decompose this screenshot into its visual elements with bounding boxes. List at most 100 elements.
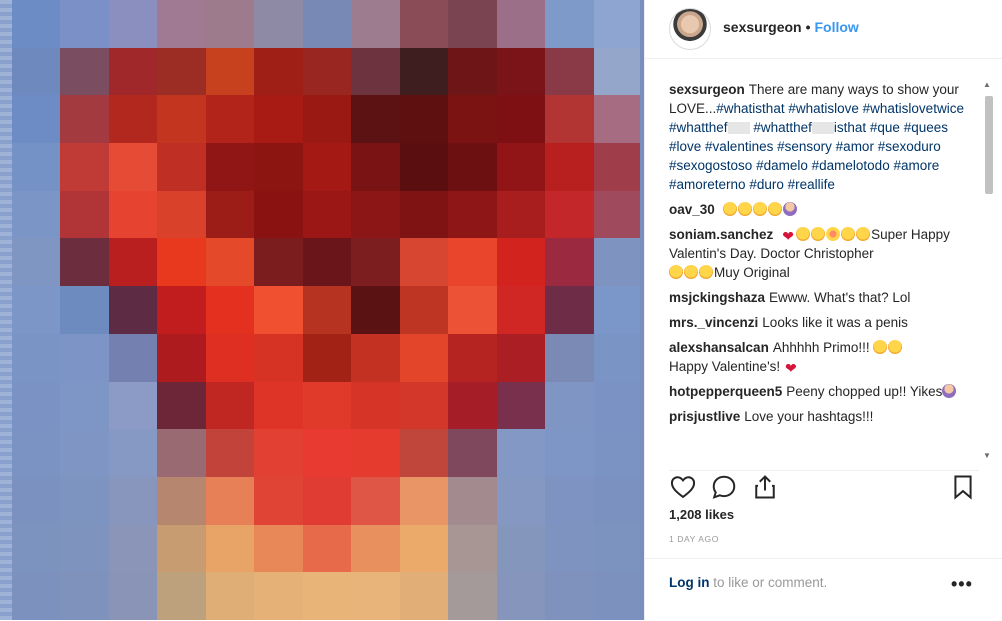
left-border	[0, 0, 12, 620]
image-pixel	[302, 476, 352, 525]
image-pixel	[545, 0, 594, 48]
comment-alexshansalcan: alexshansalcan Ahhhhh Primo!!! Happy Vale…	[669, 338, 979, 376]
image-pixel	[205, 524, 255, 573]
hashtag-link[interactable]: #amoreterno	[669, 177, 746, 192]
share-icon[interactable]	[751, 473, 779, 501]
comment-username[interactable]: msjckingshaza	[669, 290, 765, 305]
image-pixel	[60, 238, 109, 287]
comments-scrollbar[interactable]: ▲ ▼	[983, 80, 993, 460]
header-text: sexsurgeon • Follow	[723, 19, 859, 35]
image-pixel	[254, 524, 303, 573]
grin-emoji-icon	[888, 340, 903, 354]
image-pixel	[254, 238, 303, 287]
grin-emoji-icon	[856, 227, 871, 241]
comment-text-2: Happy Valentine's!	[669, 359, 781, 374]
image-pixel	[60, 333, 109, 382]
hashtag-link[interactable]: #sexoduro	[878, 139, 941, 154]
hashtag-link[interactable]: #sexogostoso	[669, 158, 752, 173]
image-pixel	[448, 0, 497, 48]
hashtag-link[interactable]: #amore	[893, 158, 939, 173]
image-pixel	[157, 429, 206, 477]
hashtag-link[interactable]: #whatisthat	[716, 101, 784, 116]
grin-emoji-icon	[669, 265, 683, 279]
image-pixel	[60, 429, 109, 477]
image-pixel	[399, 286, 449, 334]
hashtag-link[interactable]: #duro	[749, 177, 784, 192]
image-pixel	[60, 572, 109, 620]
scroll-down-icon[interactable]: ▼	[983, 451, 991, 460]
comment-text: Looks like it was a penis	[762, 315, 908, 330]
image-pixel	[351, 572, 400, 620]
comment-username[interactable]: hotpepperqueen5	[669, 384, 782, 399]
comment-username[interactable]: oav_30	[669, 202, 715, 217]
image-pixel	[205, 95, 255, 144]
comment-text: Ahhhhh Primo!!!	[772, 340, 870, 355]
image-pixel	[545, 333, 594, 382]
image-pixel	[157, 333, 206, 382]
image-pixel	[157, 524, 206, 573]
comment-username[interactable]: alexshansalcan	[669, 340, 769, 355]
more-icon[interactable]: •••	[951, 574, 973, 595]
image-pixel	[108, 190, 158, 239]
image-pixel	[593, 333, 642, 382]
hashtag-link[interactable]: #amor	[836, 139, 874, 154]
likes-count[interactable]: 1,208 likes	[669, 507, 734, 522]
follow-button[interactable]: Follow	[815, 19, 859, 35]
image-pixel	[545, 429, 594, 477]
hashtag-link[interactable]: #damelotodo	[812, 158, 890, 173]
avatar[interactable]	[669, 8, 711, 50]
post-image-pixelated[interactable]	[12, 0, 642, 620]
image-pixel	[157, 47, 206, 96]
hashtag-link[interactable]: #sensory	[777, 139, 832, 154]
image-pixel	[496, 381, 546, 430]
image-pixel	[302, 0, 352, 48]
image-pixel	[496, 47, 546, 96]
hashtag-link[interactable]: isthat	[834, 120, 866, 135]
image-pixel	[60, 286, 109, 334]
image-pixel	[205, 0, 255, 48]
image-pixel	[302, 238, 352, 287]
comment-username[interactable]: mrs._vincenzi	[669, 315, 758, 330]
hashtag-link[interactable]: #whatislove	[788, 101, 859, 116]
image-pixel	[254, 572, 303, 620]
image-pixel	[496, 95, 546, 144]
caption-username[interactable]: sexsurgeon	[669, 82, 745, 97]
scroll-up-icon[interactable]: ▲	[983, 80, 991, 89]
image-pixel	[399, 333, 449, 382]
hashtag-link[interactable]: #valentines	[705, 139, 773, 154]
hashtag-link[interactable]: #whatthef	[669, 120, 728, 135]
heart-emoji-icon: ❤	[782, 228, 794, 244]
image-pixel	[351, 238, 400, 287]
post-sidebar: sexsurgeon • Follow sexsurgeon There are …	[644, 0, 1002, 620]
hashtag-link[interactable]: #quees	[904, 120, 948, 135]
login-link[interactable]: Log in	[669, 575, 710, 590]
comment-icon[interactable]	[710, 473, 738, 501]
hashtag-link[interactable]: #whatthef	[753, 120, 812, 135]
image-pixel	[448, 143, 497, 191]
hashtag-link[interactable]: #love	[669, 139, 701, 154]
image-pixel	[496, 143, 546, 191]
image-pixel	[157, 572, 206, 620]
image-pixel	[157, 286, 206, 334]
comment-username[interactable]: soniam.sanchez	[669, 227, 773, 242]
header-username[interactable]: sexsurgeon	[723, 19, 802, 35]
hashtag-link[interactable]: #reallife	[788, 177, 835, 192]
image-pixel	[12, 95, 61, 144]
image-pixel	[302, 47, 352, 96]
bookmark-icon[interactable]	[949, 473, 977, 501]
hashtag-link[interactable]: #damelo	[756, 158, 808, 173]
image-pixel	[108, 286, 158, 334]
hashtag-link[interactable]: #que	[870, 120, 900, 135]
person-emoji-icon	[942, 384, 957, 398]
image-pixel	[157, 190, 206, 239]
comment-username[interactable]: prisjustlive	[669, 409, 740, 424]
image-pixel	[399, 572, 449, 620]
image-pixel	[399, 381, 449, 430]
scroll-thumb[interactable]	[985, 96, 993, 194]
hashtag-link[interactable]: #whatislovetwice	[863, 101, 964, 116]
comment-text: Peeny chopped up!! Yikes	[786, 384, 943, 399]
heart-icon[interactable]	[669, 473, 697, 501]
image-pixel	[545, 238, 594, 287]
comment-hotpepperqueen5: hotpepperqueen5 Peeny chopped up!! Yikes	[669, 382, 979, 401]
image-pixel	[302, 429, 352, 477]
